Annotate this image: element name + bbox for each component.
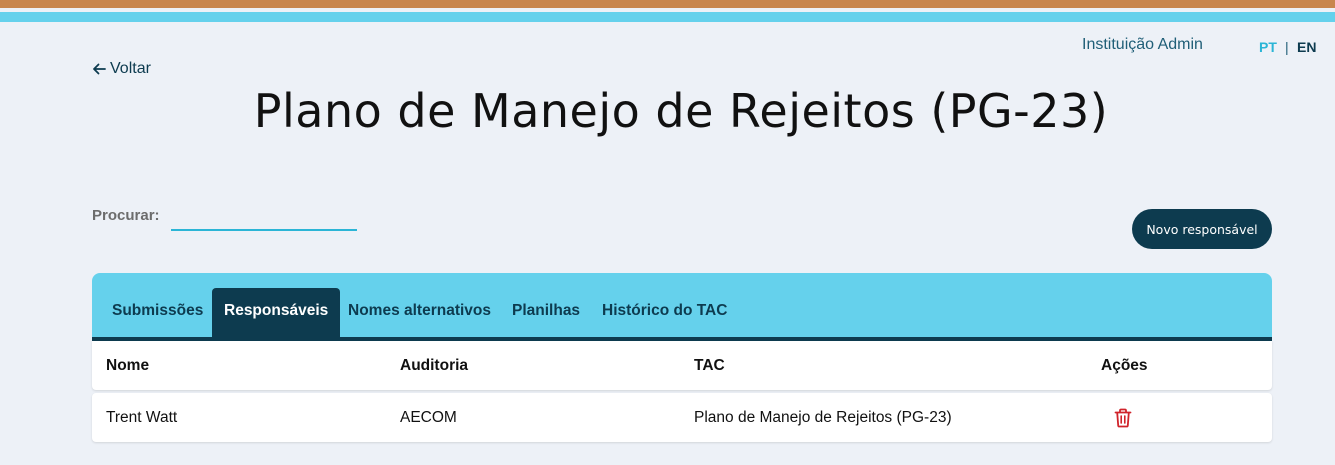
cell-nome: Trent Watt <box>106 409 178 426</box>
top-stripe-blue <box>0 12 1335 22</box>
new-responsible-button[interactable]: Novo responsável <box>1132 209 1272 249</box>
top-stripe-orange <box>0 0 1335 8</box>
page-title: Plano de Manejo de Rejeitos (PG-23) <box>253 84 1109 138</box>
lang-en-button[interactable]: EN <box>1297 39 1316 55</box>
search-label: Procurar: <box>92 207 160 224</box>
back-link[interactable]: Voltar <box>92 60 151 78</box>
tabs-bar: Submissões Responsáveis Nomes alternativ… <box>92 273 1272 341</box>
table-header: Nome Auditoria TAC Ações <box>92 341 1272 390</box>
cell-tac: Plano de Manejo de Rejeitos (PG-23) <box>694 409 952 426</box>
arrow-left-icon <box>93 63 106 75</box>
lang-pt-button[interactable]: PT <box>1259 39 1277 55</box>
column-header-nome: Nome <box>106 357 150 374</box>
tab-submissoes[interactable]: Submissões <box>100 288 215 337</box>
lang-separator: | <box>1285 39 1289 55</box>
tab-nomes-alternativos[interactable]: Nomes alternativos <box>336 288 503 337</box>
tab-responsaveis[interactable]: Responsáveis <box>212 288 341 337</box>
back-label: Voltar <box>110 60 151 77</box>
tab-planilhas[interactable]: Planilhas <box>500 288 592 337</box>
trash-icon[interactable] <box>1114 408 1132 428</box>
column-header-auditoria: Auditoria <box>400 357 469 374</box>
cell-auditoria: AECOM <box>400 409 457 426</box>
table-row: Trent Watt AECOM Plano de Manejo de Reje… <box>92 393 1272 442</box>
tab-historico-tac[interactable]: Histórico do TAC <box>590 288 739 337</box>
column-header-acoes: Ações <box>1101 357 1148 374</box>
institution-admin-link[interactable]: Instituição Admin <box>1082 36 1203 54</box>
search-input[interactable] <box>171 205 357 231</box>
column-header-tac: TAC <box>694 357 725 374</box>
